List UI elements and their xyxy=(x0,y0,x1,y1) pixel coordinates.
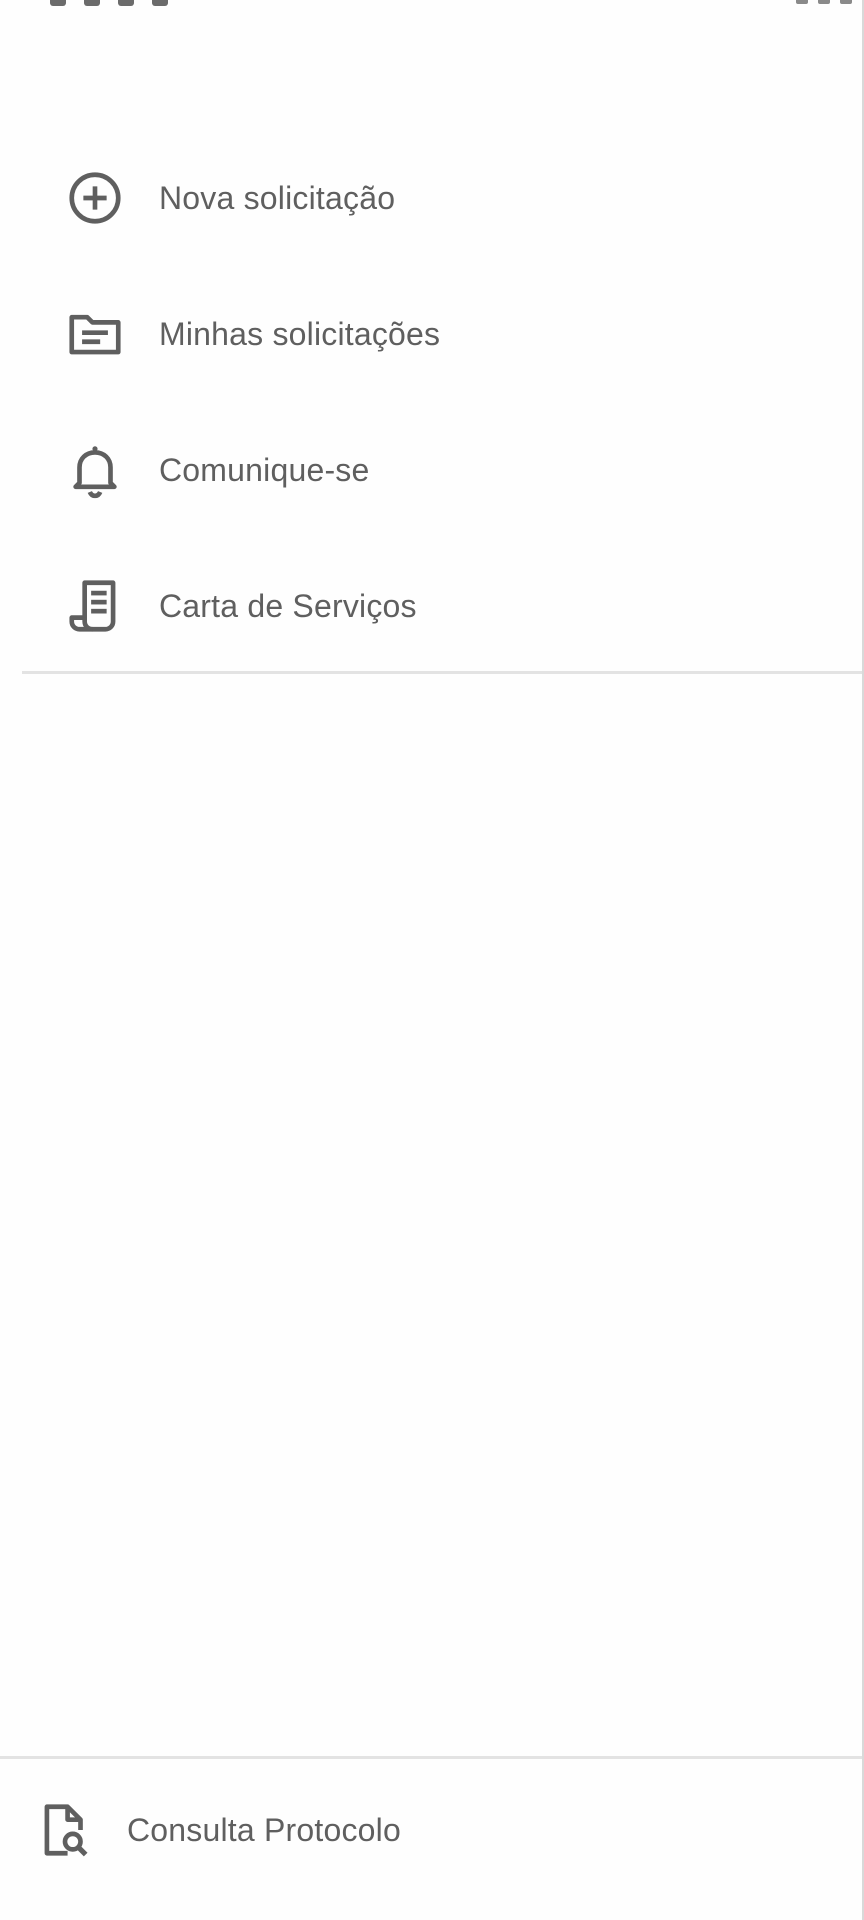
add-circle-icon xyxy=(64,167,126,229)
signal-icon xyxy=(796,0,808,4)
menu-item-consulta-protocolo[interactable]: Consulta Protocolo xyxy=(0,1770,862,1890)
screen: Nova solicitação Minhas solicitações Com… xyxy=(0,0,864,1920)
menu-item-carta-de-servicos[interactable]: Carta de Serviços xyxy=(0,538,862,674)
bell-icon xyxy=(64,439,126,501)
status-bar xyxy=(0,0,862,14)
drawer-menu: Nova solicitação Minhas solicitações Com… xyxy=(0,130,862,674)
notification-icon xyxy=(50,0,66,6)
status-icons-right xyxy=(796,0,852,4)
footer-item-label: Consulta Protocolo xyxy=(127,1811,401,1848)
divider xyxy=(22,671,862,674)
battery-icon xyxy=(840,0,852,4)
document-search-icon xyxy=(34,1799,96,1861)
menu-item-label: Minhas solicitações xyxy=(159,315,441,352)
notification-icon xyxy=(118,0,134,6)
receipt-long-icon xyxy=(64,575,126,637)
notification-icon xyxy=(84,0,100,6)
folder-icon xyxy=(64,303,126,365)
menu-item-label: Nova solicitação xyxy=(159,179,396,216)
notification-icon xyxy=(152,0,168,6)
status-icons-left xyxy=(50,0,168,6)
menu-item-comunique-se[interactable]: Comunique-se xyxy=(0,402,862,538)
menu-item-minhas-solicitacoes[interactable]: Minhas solicitações xyxy=(0,266,862,402)
menu-item-label: Comunique-se xyxy=(159,451,370,488)
navigation-drawer: Nova solicitação Minhas solicitações Com… xyxy=(0,0,862,1920)
divider xyxy=(0,1756,862,1759)
wifi-icon xyxy=(818,0,830,4)
menu-item-label: Carta de Serviços xyxy=(159,587,417,624)
menu-item-nova-solicitacao[interactable]: Nova solicitação xyxy=(0,130,862,266)
